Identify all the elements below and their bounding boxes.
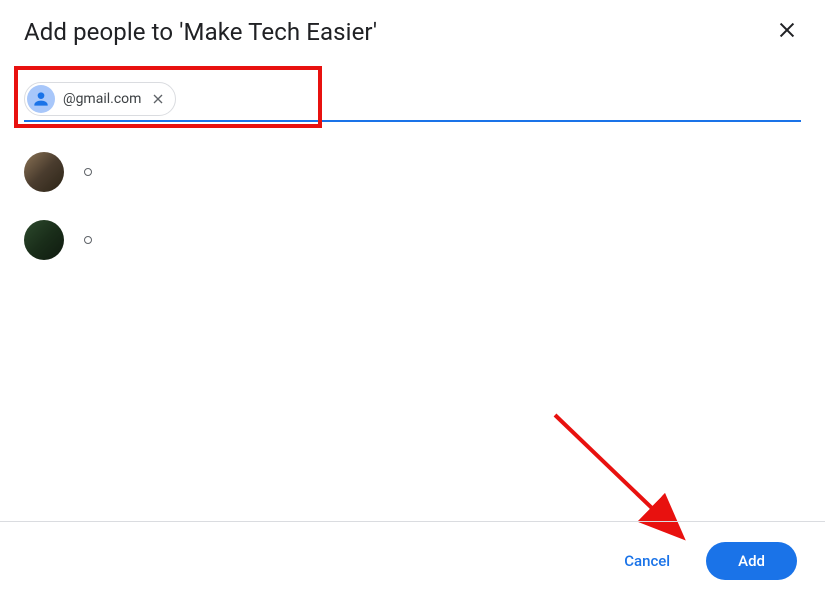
person-avatar [24,152,64,192]
chip-remove-button[interactable] [149,90,167,108]
people-list [24,152,801,288]
dialog-title: Add people to 'Make Tech Easier' [24,18,377,46]
dialog-footer: Cancel Add [0,521,825,600]
person-icon [31,89,51,109]
person-row[interactable] [24,152,801,192]
email-input-area: @gmail.com [24,76,801,122]
add-people-dialog: Add people to 'Make Tech Easier' @gmail.… [0,0,825,600]
close-icon [776,19,798,41]
remove-icon [150,91,166,107]
dialog-header: Add people to 'Make Tech Easier' [0,0,825,48]
email-input-row[interactable]: @gmail.com [24,76,801,122]
email-input[interactable] [184,83,801,115]
close-button[interactable] [769,12,805,48]
person-avatar [24,220,64,260]
email-chip[interactable]: @gmail.com [24,82,176,116]
cancel-button[interactable]: Cancel [604,542,690,580]
chip-avatar [27,85,55,113]
bullet-icon [84,168,92,176]
add-button[interactable]: Add [706,542,797,580]
person-row[interactable] [24,220,801,260]
bullet-icon [84,236,92,244]
chip-email-text: @gmail.com [61,91,145,107]
